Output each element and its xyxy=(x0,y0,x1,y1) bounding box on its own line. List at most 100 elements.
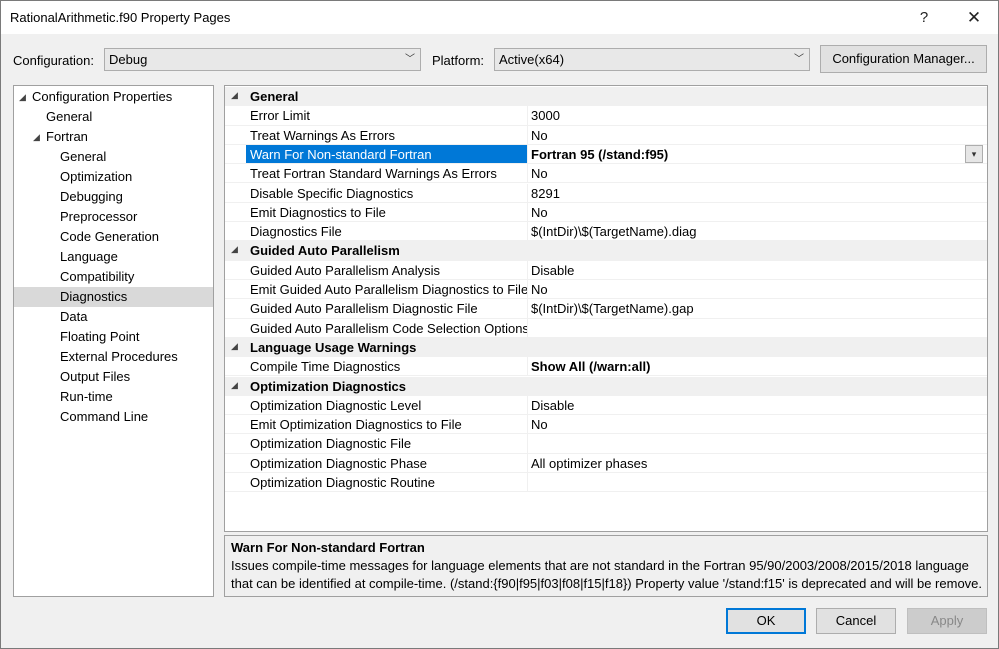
property-row[interactable]: Emit Guided Auto Parallelism Diagnostics… xyxy=(225,280,987,300)
tree-item[interactable]: Optimization xyxy=(14,167,213,187)
property-row[interactable]: Optimization Diagnostic File xyxy=(225,434,987,454)
property-value[interactable]: No xyxy=(528,280,986,298)
property-value[interactable]: 3000 xyxy=(528,106,986,124)
property-row[interactable]: Warn For Non-standard Fortran Fortran 95 … xyxy=(225,144,987,165)
category-name: Optimization Diagnostics xyxy=(250,378,407,394)
tree-item-label: Code Generation xyxy=(60,229,160,244)
tree-item[interactable]: Output Files xyxy=(14,367,213,387)
tree-item[interactable]: Compatibility xyxy=(14,267,213,287)
property-grid[interactable]: ◢ General Error Limit 3000 Treat Warnings As… xyxy=(224,85,988,532)
help-icon[interactable]: ? xyxy=(901,1,947,34)
property-row[interactable]: Emit Diagnostics to File No xyxy=(225,202,987,223)
property-value[interactable]: 8291 xyxy=(528,184,986,202)
property-value[interactable]: No xyxy=(528,164,986,182)
tree-item[interactable]: Language xyxy=(14,247,213,267)
property-row[interactable]: Disable Specific Diagnostics 8291 xyxy=(225,183,987,203)
property-value[interactable]: Show All (/warn:all) xyxy=(528,357,986,375)
property-value[interactable]: $(IntDir)\$(TargetName).gap xyxy=(528,299,986,317)
collapse-toggle-icon[interactable]: ◢ xyxy=(231,90,238,101)
tree-item[interactable]: Data xyxy=(14,307,213,327)
tree-item-label: Diagnostics xyxy=(60,289,128,304)
property-row[interactable]: Error Limit 3000 xyxy=(225,106,987,126)
collapse-toggle-icon[interactable]: ◢ xyxy=(231,341,238,352)
property-name: Optimization Diagnostic Level xyxy=(246,395,528,415)
property-value[interactable]: No xyxy=(528,126,986,144)
property-row[interactable]: Treat Fortran Standard Warnings As Error… xyxy=(225,164,987,184)
property-name: Guided Auto Parallelism Analysis xyxy=(246,260,528,279)
property-row[interactable]: Emit Optimization Diagnostics to File No xyxy=(225,415,987,435)
platform-label: Platform: xyxy=(432,53,485,68)
tree-item[interactable]: Command Line xyxy=(14,407,213,427)
tree-item-label: Compatibility xyxy=(60,269,135,284)
close-icon[interactable]: ✕ xyxy=(951,1,997,34)
property-value[interactable]: All optimizer phases xyxy=(528,454,986,472)
property-value-text: Fortran 95 (/stand:f95) xyxy=(531,146,669,162)
property-row[interactable]: Optimization Diagnostic Phase All optimiz… xyxy=(225,453,987,473)
category-row[interactable]: ◢ Language Usage Warnings xyxy=(225,337,987,358)
property-value-text: No xyxy=(531,127,548,143)
tree-item[interactable]: Diagnostics xyxy=(14,287,213,307)
category-row[interactable]: ◢ Optimization Diagnostics xyxy=(225,376,987,396)
tree-item-label: General xyxy=(60,149,107,164)
property-name: Emit Diagnostics to File xyxy=(246,202,528,222)
property-value[interactable]: No xyxy=(528,203,986,221)
tree-item-label: General xyxy=(46,109,93,124)
cancel-button[interactable]: Cancel xyxy=(816,608,896,634)
property-value-text: 8291 xyxy=(531,185,560,201)
tree-item[interactable]: Run-time xyxy=(14,387,213,407)
platform-select[interactable]: Active(x64) ﹀ xyxy=(494,48,810,71)
configuration-value: Debug xyxy=(109,52,148,67)
chevron-down-icon[interactable]: ▾ xyxy=(965,144,983,163)
tree-item[interactable]: ◢ Fortran xyxy=(14,127,213,147)
property-row[interactable]: Guided Auto Parallelism Code Selection O… xyxy=(225,318,987,338)
property-value[interactable] xyxy=(528,434,986,452)
property-value[interactable]: No xyxy=(528,415,986,433)
property-row[interactable]: Treat Warnings As Errors No xyxy=(225,125,987,145)
tree-item[interactable]: ◢ Configuration Properties xyxy=(14,87,213,107)
property-row[interactable]: Compile Time Diagnostics Show All (/warn:… xyxy=(225,357,987,377)
tree-item[interactable]: Floating Point xyxy=(14,327,213,347)
property-name: Guided Auto Parallelism Diagnostic File xyxy=(246,299,528,318)
tree-item-label: Data xyxy=(60,309,88,324)
property-value[interactable]: $(IntDir)\$(TargetName).diag xyxy=(528,222,986,240)
property-value[interactable]: Disable xyxy=(528,261,986,279)
property-tree[interactable]: ◢ Configuration Properties General ◢ Fortran… xyxy=(13,85,214,597)
property-value-text: Disable xyxy=(531,397,575,413)
property-row[interactable]: Diagnostics File $(IntDir)\$(TargetName).… xyxy=(225,222,987,242)
apply-button[interactable]: Apply xyxy=(907,608,987,634)
expand-toggle-icon[interactable]: ◢ xyxy=(33,127,40,147)
property-row[interactable]: Optimization Diagnostic Level Disable xyxy=(225,395,987,416)
tree-item[interactable]: General xyxy=(14,107,213,127)
tree-item[interactable]: General xyxy=(14,147,213,167)
property-name: Treat Warnings As Errors xyxy=(246,125,528,144)
collapse-toggle-icon[interactable]: ◢ xyxy=(231,380,238,391)
chevron-down-icon: ﹀ xyxy=(794,54,804,65)
property-value-text: All optimizer phases xyxy=(531,455,648,471)
property-row[interactable]: Guided Auto Parallelism Analysis Disable xyxy=(225,260,987,280)
tree-item[interactable]: External Procedures xyxy=(14,347,213,367)
property-value-text: No xyxy=(531,204,548,220)
description-panel: Warn For Non-standard Fortran Issues com… xyxy=(224,535,988,597)
tree-item-label: Configuration Properties xyxy=(32,89,173,104)
tree-item[interactable]: Debugging xyxy=(14,187,213,207)
collapse-toggle-icon[interactable]: ◢ xyxy=(231,244,238,255)
property-value[interactable]: Fortran 95 (/stand:f95) ▾ xyxy=(528,144,986,163)
configuration-manager-button[interactable]: Configuration Manager... xyxy=(820,45,987,73)
expand-toggle-icon[interactable]: ◢ xyxy=(19,87,26,107)
tree-item[interactable]: Preprocessor xyxy=(14,207,213,227)
category-row[interactable]: ◢ Guided Auto Parallelism xyxy=(225,241,987,261)
tree-item[interactable]: Code Generation xyxy=(14,227,213,247)
configuration-select[interactable]: Debug ﹀ xyxy=(104,48,421,71)
chevron-down-icon: ﹀ xyxy=(405,54,415,65)
property-value[interactable] xyxy=(528,319,986,337)
category-row[interactable]: ◢ General xyxy=(225,87,987,107)
property-name: Emit Optimization Diagnostics to File xyxy=(246,415,528,434)
property-value[interactable] xyxy=(528,473,986,491)
tree-item-label: Command Line xyxy=(60,409,149,424)
description-title: Warn For Non-standard Fortran xyxy=(231,540,425,555)
property-value[interactable]: Disable xyxy=(528,396,986,414)
property-row[interactable]: Guided Auto Parallelism Diagnostic File $… xyxy=(225,299,987,319)
property-row[interactable]: Optimization Diagnostic Routine xyxy=(225,473,987,493)
ok-button[interactable]: OK xyxy=(726,608,806,634)
tree-item-label: Optimization xyxy=(60,169,133,184)
